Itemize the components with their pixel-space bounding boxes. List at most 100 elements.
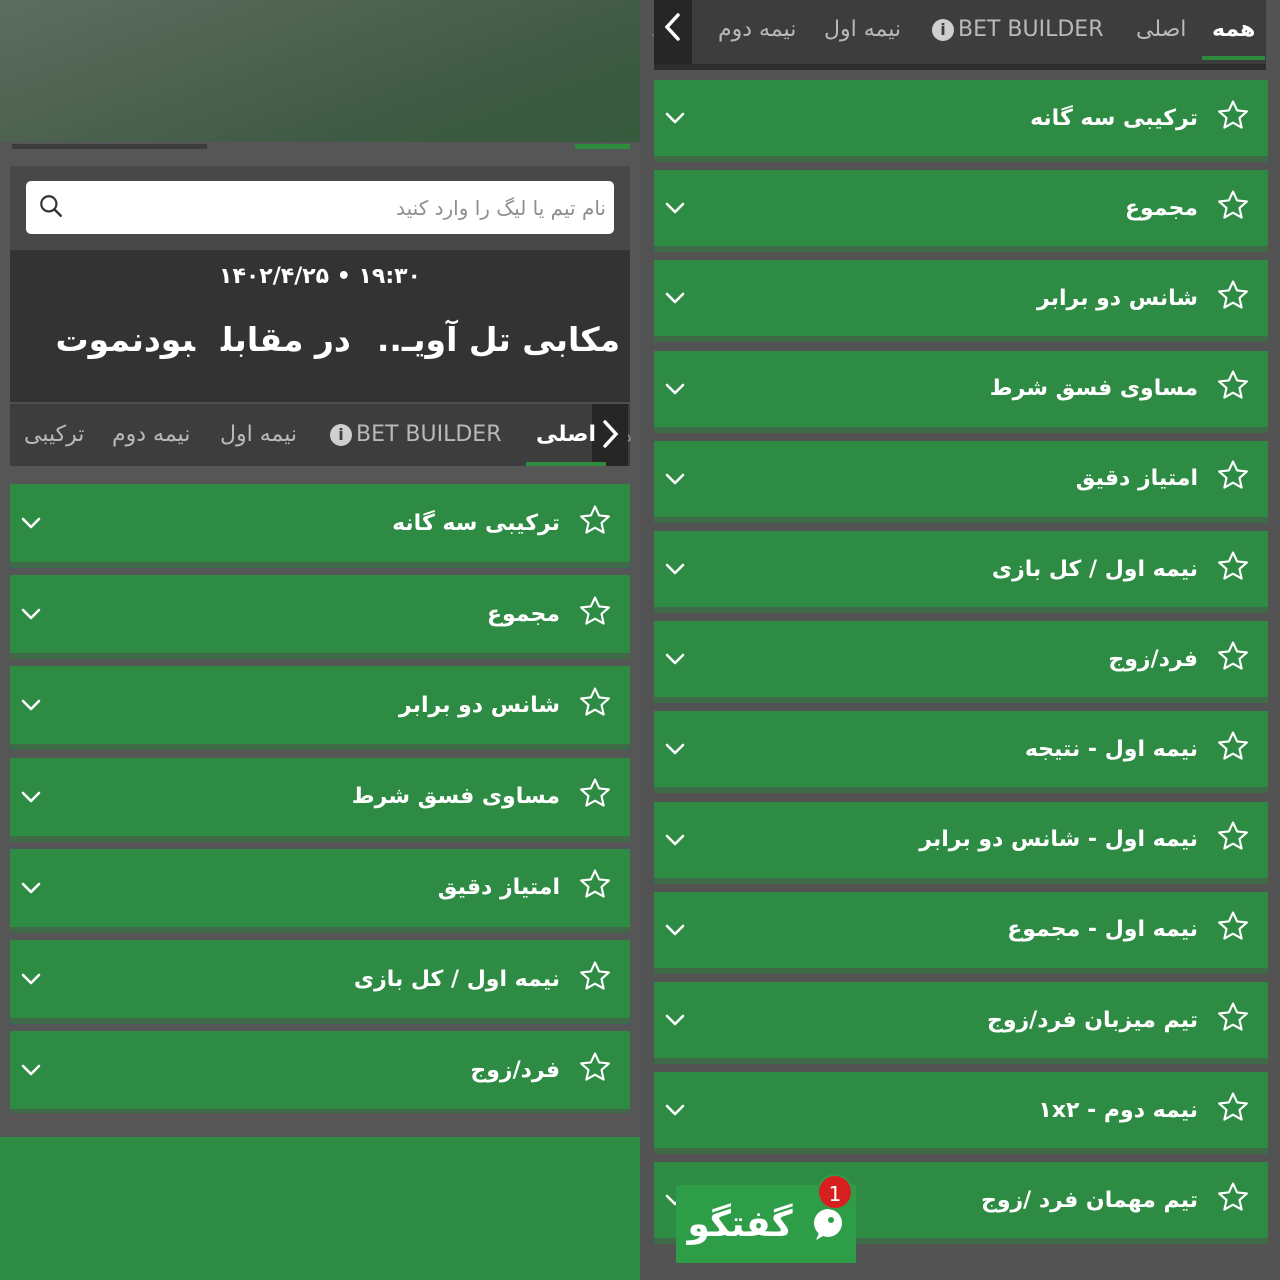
star-icon[interactable]: [1216, 549, 1250, 590]
star-icon[interactable]: [1216, 639, 1250, 680]
market-row[interactable]: ترکیبی سه گانه: [654, 80, 1268, 162]
search-input[interactable]: [86, 195, 606, 220]
market-row[interactable]: نیمه دوم - ۱x۲: [654, 1072, 1268, 1155]
market-row[interactable]: مساوی فسق شرط: [10, 757, 630, 842]
chevron-down-icon[interactable]: [664, 923, 704, 937]
market-title: فرد/زوج: [470, 1050, 630, 1091]
star-icon[interactable]: [1216, 729, 1250, 770]
star-icon[interactable]: [1216, 368, 1250, 409]
right-panel: ترکیبی نیمه دوم نیمه اول iBET BUILDER اص…: [640, 0, 1280, 1280]
chevron-down-icon[interactable]: [20, 790, 60, 804]
star-icon[interactable]: [578, 503, 612, 544]
market-row[interactable]: شانس دو برابر: [654, 260, 1268, 343]
market-row[interactable]: امتیاز دقیق: [654, 440, 1268, 523]
market-title: نیمه اول / کل بازی: [354, 959, 630, 1000]
market-label: نیمه اول / کل بازی: [353, 966, 560, 992]
star-icon[interactable]: [1216, 98, 1250, 139]
market-label: مجموع: [1124, 195, 1198, 221]
tab-bet-builder[interactable]: i BET BUILDER: [330, 404, 502, 466]
tabs-divider: [654, 64, 1266, 70]
star-icon[interactable]: [1216, 458, 1250, 499]
market-label: مجموع: [486, 601, 560, 627]
market-row[interactable]: مجموع: [654, 170, 1268, 253]
tab-second-half[interactable]: نیمه دوم: [718, 0, 796, 60]
star-icon[interactable]: [578, 685, 612, 726]
tab-bet-builder[interactable]: i BET BUILDER: [932, 0, 1104, 60]
market-label: نیمه دوم - ۱x۲: [1038, 1097, 1198, 1123]
chevron-right-icon[interactable]: [592, 404, 628, 466]
chevron-down-icon[interactable]: [664, 742, 704, 756]
market-title: تیم میزبان فرد/زوج: [987, 1000, 1268, 1041]
market-row[interactable]: امتیاز دقیق: [10, 848, 630, 933]
chevron-down-icon[interactable]: [664, 201, 704, 215]
market-label: تیم مهمان فرد /زوج: [980, 1187, 1198, 1213]
market-title: نیمه اول - مجموع: [1007, 909, 1268, 950]
vs-label: در مقابل: [220, 320, 351, 359]
star-icon[interactable]: [1216, 819, 1250, 860]
star-icon[interactable]: [1216, 909, 1250, 950]
chevron-left-icon[interactable]: [654, 0, 692, 64]
market-row[interactable]: نیمه اول - مجموع: [654, 891, 1268, 974]
chevron-down-icon[interactable]: [20, 516, 60, 530]
market-row[interactable]: نیمه اول / کل بازی: [654, 531, 1268, 613]
chevron-down-icon[interactable]: [664, 562, 704, 576]
market-title: نیمه اول - شانس دو برابر: [919, 819, 1268, 860]
star-icon[interactable]: [1216, 1090, 1250, 1131]
market-row[interactable]: مساوی فسق شرط: [654, 350, 1268, 433]
market-row[interactable]: نیمه اول - شانس دو برابر: [654, 801, 1268, 884]
market-row[interactable]: تیم میزبان فرد/زوج: [654, 982, 1268, 1064]
chevron-down-icon[interactable]: [20, 972, 60, 986]
market-row[interactable]: مجموع: [10, 575, 630, 660]
market-row[interactable]: شانس دو برابر: [10, 666, 630, 751]
star-icon[interactable]: [1216, 278, 1250, 319]
market-row[interactable]: فرد/زوج: [10, 1031, 630, 1116]
tab-bet-builder-label: BET BUILDER: [356, 422, 502, 447]
chevron-down-icon[interactable]: [664, 1103, 704, 1117]
star-icon[interactable]: [1216, 188, 1250, 229]
chevron-down-icon[interactable]: [664, 111, 704, 125]
market-row[interactable]: نیمه اول / کل بازی: [10, 940, 630, 1024]
match-header: ۱۴۰۲/۴/۲۵ • ۱۹:۳۰ مکابی تل آویـ.. در مقاب…: [10, 250, 630, 402]
search-icon[interactable]: [38, 193, 64, 223]
chevron-down-icon[interactable]: [20, 881, 60, 895]
tab-second-half[interactable]: نیمه دوم: [112, 404, 190, 466]
home-team: مکابی تل آویـ..: [376, 320, 620, 359]
tab-all[interactable]: همه: [1201, 0, 1266, 60]
chevron-down-icon[interactable]: [20, 607, 60, 621]
tab-main[interactable]: اصلی: [525, 404, 607, 466]
market-row[interactable]: نیمه اول - نتیجه: [654, 711, 1268, 794]
chevron-down-icon[interactable]: [664, 291, 704, 305]
market-label: نیمه اول - نتیجه: [1024, 736, 1198, 762]
market-title: تیم مهمان فرد /زوج: [981, 1180, 1268, 1221]
market-title: شانس دو برابر: [1037, 278, 1268, 319]
star-icon[interactable]: [1216, 1180, 1250, 1221]
chevron-down-icon[interactable]: [20, 1063, 60, 1077]
chevron-down-icon[interactable]: [664, 833, 704, 847]
search-box: [26, 181, 614, 234]
market-row[interactable]: ترکیبی سه گانه: [10, 484, 630, 568]
tab-first-half[interactable]: نیمه اول: [220, 404, 297, 466]
hero-accent: [575, 144, 630, 149]
market-label: فرد/زوج: [470, 1057, 560, 1083]
star-icon[interactable]: [578, 867, 612, 908]
chat-icon: [811, 1207, 845, 1241]
tab-combo[interactable]: ترکیبی: [24, 404, 84, 466]
star-icon[interactable]: [578, 1050, 612, 1091]
chevron-down-icon[interactable]: [664, 1013, 704, 1027]
tab-first-half[interactable]: نیمه اول: [824, 0, 901, 60]
star-icon[interactable]: [578, 776, 612, 817]
market-title: شانس دو برابر: [399, 685, 630, 726]
market-title: مساوی فسق شرط: [990, 368, 1268, 409]
market-label: مساوی فسق شرط: [351, 784, 560, 810]
chevron-down-icon[interactable]: [664, 652, 704, 666]
chevron-down-icon[interactable]: [20, 698, 60, 712]
chat-badge: 1: [817, 1174, 853, 1210]
market-label: مساوی فسق شرط: [989, 376, 1198, 402]
star-icon[interactable]: [1216, 1000, 1250, 1041]
tab-main[interactable]: اصلی: [1136, 0, 1186, 60]
chevron-down-icon[interactable]: [664, 472, 704, 486]
market-row[interactable]: فرد/زوج: [654, 621, 1268, 704]
star-icon[interactable]: [578, 959, 612, 1000]
chevron-down-icon[interactable]: [664, 382, 704, 396]
star-icon[interactable]: [578, 594, 612, 635]
